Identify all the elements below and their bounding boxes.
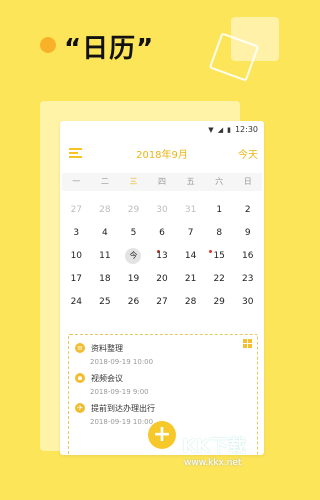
battery-icon: ▮ bbox=[227, 125, 231, 134]
calendar-day[interactable]: 17 bbox=[62, 268, 91, 291]
calendar-week: 27 28 29 30 31 1 2 bbox=[62, 199, 262, 222]
calendar-day[interactable]: 31 bbox=[176, 199, 205, 222]
calendar-week: 3 4 5 6 7 8 9 bbox=[62, 222, 262, 245]
status-time: 12:30 bbox=[234, 125, 258, 134]
calendar-week: 17 18 19 20 21 22 23 bbox=[62, 268, 262, 291]
calendar-day[interactable]: 8 bbox=[205, 222, 234, 245]
calendar-day[interactable]: 14 bbox=[176, 245, 213, 268]
calendar-grid: 27 28 29 30 31 1 2 3 4 5 6 7 8 9 10 11 今… bbox=[62, 199, 262, 314]
calendar-day[interactable]: 24 bbox=[62, 291, 91, 314]
calendar-day[interactable]: 22 bbox=[205, 268, 234, 291]
promo-dot bbox=[40, 37, 56, 53]
status-bar: ▼ ◢ ▮ 12:30 bbox=[208, 125, 258, 134]
calendar-day[interactable]: 9 bbox=[233, 222, 262, 245]
today-button[interactable]: 今天 bbox=[238, 146, 258, 161]
calendar-day[interactable]: 11 bbox=[91, 245, 120, 268]
calendar-day[interactable]: 23 bbox=[233, 268, 262, 291]
calendar-day[interactable]: 30 bbox=[233, 291, 262, 314]
watermark-logo: KK下载 bbox=[182, 436, 246, 457]
calendar-day[interactable]: 16 bbox=[233, 245, 262, 268]
event-title: 资料整理 bbox=[91, 344, 123, 353]
calendar-day[interactable]: 5 bbox=[119, 222, 148, 245]
today-marker: 今 bbox=[125, 248, 142, 264]
calendar-day[interactable]: 27 bbox=[62, 199, 91, 222]
weekday-label: 一 bbox=[72, 177, 81, 186]
month-title[interactable]: 2018年9月 bbox=[60, 146, 264, 161]
event-time: 2018-09-19 10:00 bbox=[90, 418, 154, 426]
calendar-week: 24 25 26 27 28 29 30 bbox=[62, 291, 262, 314]
weekday-label-active: 三 bbox=[129, 177, 138, 186]
calendar-day[interactable]: 28 bbox=[176, 291, 205, 314]
calendar-day[interactable]: 19 bbox=[119, 268, 148, 291]
promo-title: “日历” bbox=[64, 34, 155, 64]
weekday-header: 一 二 三 四 五 六 日 bbox=[62, 173, 262, 191]
calendar-day[interactable]: 27 bbox=[148, 291, 177, 314]
calendar-day[interactable]: 13 bbox=[148, 245, 177, 268]
calendar-day[interactable]: 29 bbox=[119, 199, 148, 222]
calendar-day[interactable]: 3 bbox=[62, 222, 91, 245]
weekday-label: 四 bbox=[158, 177, 167, 186]
calendar-day[interactable]: 15 bbox=[205, 245, 234, 268]
calendar-day[interactable]: 10 bbox=[62, 245, 91, 268]
weekday-label: 日 bbox=[243, 177, 252, 186]
calendar-day[interactable]: 7 bbox=[176, 222, 205, 245]
calendar-day[interactable]: 1 bbox=[205, 199, 234, 222]
calendar-day-number: 14 bbox=[184, 251, 197, 261]
phone-screen: ▼ ◢ ▮ 12:30 2018年9月 今天 一 二 三 四 五 六 日 27 … bbox=[60, 121, 264, 455]
plane-icon: ✈ bbox=[75, 403, 85, 413]
weekday-label: 二 bbox=[100, 177, 109, 186]
calendar-day[interactable]: 25 bbox=[91, 291, 120, 314]
calendar-header: 2018年9月 今天 bbox=[60, 144, 264, 166]
calendar-day[interactable]: 4 bbox=[91, 222, 120, 245]
calendar-day[interactable]: 21 bbox=[176, 268, 205, 291]
calendar-day[interactable]: 30 bbox=[148, 199, 177, 222]
event-time: 2018-09-19 10:00 bbox=[90, 358, 154, 366]
calendar-day-today[interactable]: 今 bbox=[119, 245, 161, 268]
event-time: 2018-09-19 9:00 bbox=[90, 388, 149, 396]
calendar-day[interactable]: 6 bbox=[148, 222, 177, 245]
calendar-day[interactable]: 28 bbox=[91, 199, 120, 222]
calendar-day[interactable]: 18 bbox=[91, 268, 120, 291]
calendar-day[interactable]: 26 bbox=[119, 291, 148, 314]
calendar-day[interactable]: 2 bbox=[233, 199, 262, 222]
add-event-button[interactable]: + bbox=[148, 421, 176, 449]
calendar-week: 10 11 今 13 14 15 16 bbox=[62, 245, 262, 268]
video-icon: ▪ bbox=[75, 373, 85, 383]
weekday-label: 六 bbox=[215, 177, 224, 186]
grid-view-icon[interactable] bbox=[243, 339, 252, 348]
event-title: 视频会议 bbox=[91, 374, 123, 383]
watermark-url: www.kkx.net bbox=[184, 458, 242, 468]
calendar-day[interactable]: 20 bbox=[148, 268, 177, 291]
weekday-label: 五 bbox=[186, 177, 195, 186]
wifi-icon: ▼ bbox=[208, 125, 214, 134]
signal-icon: ◢ bbox=[217, 125, 224, 134]
calendar-day[interactable]: 29 bbox=[205, 291, 234, 314]
document-icon: ≡ bbox=[75, 343, 85, 353]
event-title: 提前到达办理出行 bbox=[91, 404, 155, 413]
